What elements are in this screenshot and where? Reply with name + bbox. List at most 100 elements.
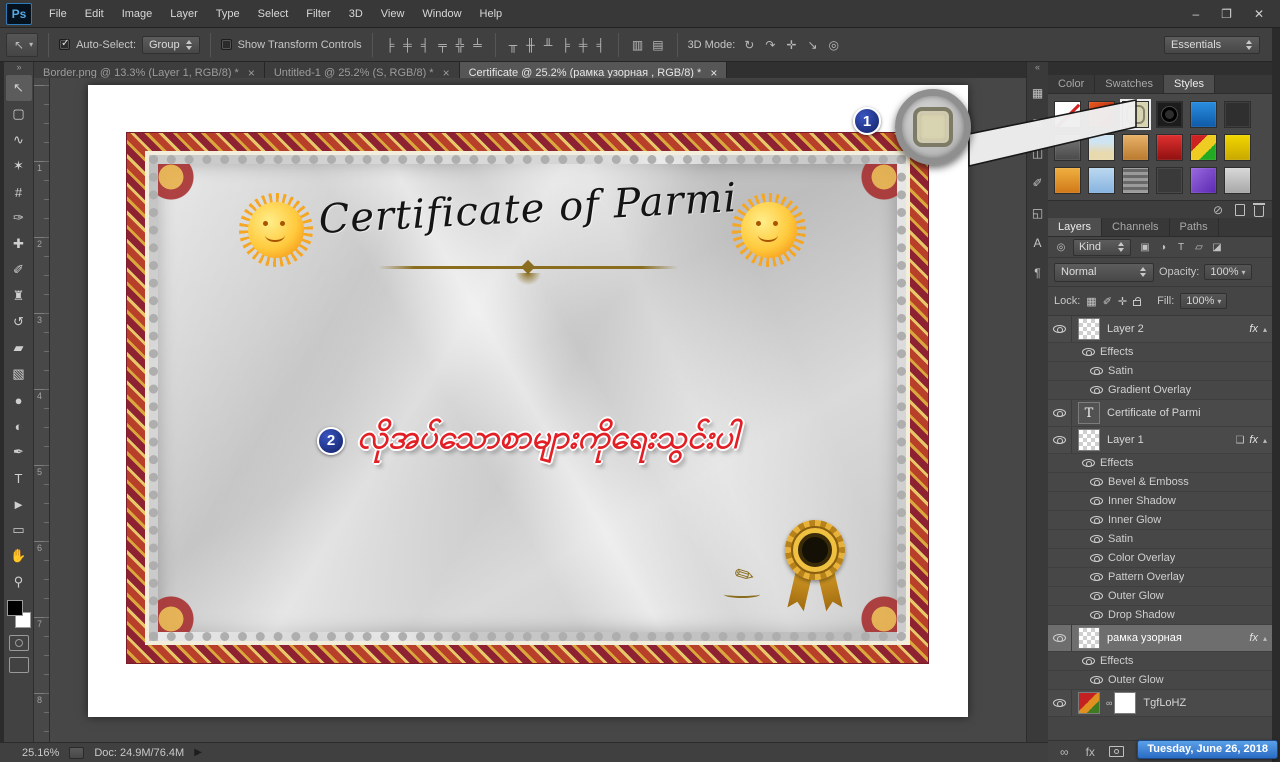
visibility-cell[interactable]	[1078, 454, 1098, 472]
character-panel-icon[interactable]: A	[1028, 231, 1048, 255]
quick-selection-tool[interactable]: ✶	[6, 153, 32, 179]
menu-image[interactable]: Image	[113, 8, 162, 20]
visibility-cell[interactable]	[1048, 316, 1072, 342]
style-swatch-1[interactable]	[1054, 101, 1081, 128]
brush-tool[interactable]: ✐	[6, 257, 32, 283]
type-tool[interactable]: T	[6, 465, 32, 491]
layer-row[interactable]: ∞ TgfLoHZ	[1048, 690, 1272, 717]
add-mask-icon[interactable]	[1108, 746, 1124, 757]
filter-type-layers-icon[interactable]: T	[1173, 242, 1189, 253]
opacity-field[interactable]: 100% ▾	[1204, 264, 1252, 280]
layer-style-icon[interactable]: fx	[1083, 743, 1098, 761]
path-selection-tool[interactable]: ►	[6, 491, 32, 517]
rectangle-tool[interactable]: ▭	[6, 517, 32, 543]
new-style-icon[interactable]	[1235, 203, 1245, 216]
style-swatch-2[interactable]	[1088, 101, 1115, 128]
close-button[interactable]: ✕	[1254, 7, 1264, 21]
clone-stamp-tool[interactable]: ♜	[6, 283, 32, 309]
filter-shape-layers-icon[interactable]: ▱	[1191, 242, 1207, 253]
status-menu-icon[interactable]	[69, 746, 85, 759]
visibility-cell[interactable]	[1078, 343, 1098, 361]
3d-slide-icon[interactable]: ↘	[804, 36, 820, 54]
visibility-cell[interactable]	[1086, 381, 1106, 399]
distribute-spacing-icon[interactable]: ▤	[649, 36, 666, 54]
menu-select[interactable]: Select	[249, 8, 298, 20]
collapse-effects-icon[interactable]: ▴	[1263, 436, 1267, 445]
style-swatch-17[interactable]	[1190, 167, 1217, 194]
menu-view[interactable]: View	[372, 8, 414, 20]
menu-file[interactable]: File	[40, 8, 76, 20]
effect-row[interactable]: Bevel & Emboss	[1048, 473, 1272, 492]
menu-filter[interactable]: Filter	[297, 8, 339, 20]
zoom-tool[interactable]: ⚲	[6, 569, 32, 595]
restore-button[interactable]: ❐	[1221, 7, 1232, 21]
move-tool[interactable]: ↖	[5, 75, 32, 101]
lasso-tool[interactable]: ∿	[6, 127, 32, 153]
style-swatch-6[interactable]	[1224, 101, 1251, 128]
expand-panels-icon[interactable]: «	[1035, 62, 1040, 75]
3d-drag-icon[interactable]: ✛	[783, 36, 799, 54]
paragraph-panel-icon[interactable]: ¶	[1028, 261, 1048, 285]
visibility-cell[interactable]	[1048, 625, 1072, 651]
lock-all-icon[interactable]	[1133, 297, 1142, 306]
fill-field[interactable]: 100% ▾	[1180, 293, 1228, 309]
status-popup-arrow-icon[interactable]: ▶	[194, 747, 202, 758]
tool-preset-picker[interactable]: ↖ ▾	[6, 32, 39, 57]
lock-transparency-icon[interactable]: ▦	[1086, 295, 1096, 308]
filter-adjustment-layers-icon[interactable]: ◑	[1155, 242, 1171, 253]
clone-source-panel-icon[interactable]: ◱	[1028, 201, 1048, 225]
minimize-button[interactable]: –	[1192, 7, 1199, 21]
align-right-edges-icon[interactable]: ╡	[418, 36, 433, 54]
visibility-cell[interactable]	[1086, 606, 1106, 624]
blur-tool[interactable]: ●	[6, 387, 32, 413]
foreground-color-chip[interactable]	[6, 600, 23, 616]
workspace-switcher[interactable]: Essentials	[1164, 35, 1260, 54]
document-page[interactable]: Certificate of Parmi 2 လိုအပ်သောစာများကိ…	[88, 85, 971, 717]
collapse-effects-icon[interactable]: ▴	[1263, 325, 1267, 334]
tab-swatches[interactable]: Swatches	[1095, 75, 1164, 93]
filter-smart-objects-icon[interactable]: ◪	[1209, 242, 1225, 253]
distribute-left-edges-icon[interactable]: ╞	[558, 36, 573, 54]
style-swatch-13[interactable]	[1054, 167, 1081, 194]
visibility-cell[interactable]	[1086, 530, 1106, 548]
distribute-horizontal-centers-icon[interactable]: ╪	[576, 36, 591, 54]
brush-panel-icon[interactable]: ✐	[1028, 171, 1048, 195]
collapse-effects-icon[interactable]: ▴	[1263, 634, 1267, 643]
clear-style-icon[interactable]: ⊘	[1210, 201, 1226, 219]
histogram-panel-icon[interactable]: ▦	[1028, 81, 1048, 105]
align-vertical-centers-icon[interactable]: ╬	[453, 36, 468, 54]
layer-row[interactable]: Layer 2 fx ▴	[1048, 316, 1272, 343]
auto-select-checkbox[interactable]	[59, 38, 71, 50]
show-transform-checkbox[interactable]	[220, 39, 232, 50]
visibility-cell[interactable]	[1086, 362, 1106, 380]
auto-align-icon[interactable]: ▥	[629, 36, 646, 54]
style-swatch-15[interactable]	[1122, 167, 1149, 194]
style-swatch-7[interactable]	[1054, 134, 1081, 161]
style-swatch-10[interactable]	[1156, 134, 1183, 161]
gradient-tool[interactable]: ▧	[6, 361, 32, 387]
style-swatch-12[interactable]	[1224, 134, 1251, 161]
align-horizontal-centers-icon[interactable]: ╪	[400, 36, 415, 54]
style-swatch-9[interactable]	[1122, 134, 1149, 161]
effect-row[interactable]: Color Overlay	[1048, 549, 1272, 568]
kind-filter-dropdown[interactable]: Kind	[1073, 238, 1131, 256]
marquee-tool[interactable]: ▢	[6, 101, 32, 127]
effect-row[interactable]: Gradient Overlay	[1048, 381, 1272, 400]
visibility-cell[interactable]	[1048, 400, 1072, 426]
effects-header-row[interactable]: Effects	[1048, 454, 1272, 473]
crop-tool[interactable]: #	[6, 179, 32, 205]
distribute-vertical-centers-icon[interactable]: ╫	[523, 36, 538, 54]
tab-styles[interactable]: Styles	[1164, 75, 1215, 93]
dodge-tool[interactable]: ◐	[6, 413, 32, 439]
eyedropper-tool[interactable]: ✑	[6, 205, 32, 231]
menu-type[interactable]: Type	[207, 8, 249, 20]
menu-3d[interactable]: 3D	[340, 8, 372, 20]
delete-style-icon[interactable]	[1253, 202, 1265, 217]
visibility-cell[interactable]	[1086, 473, 1106, 491]
3d-rotate-icon[interactable]: ↻	[741, 36, 757, 54]
menu-edit[interactable]: Edit	[76, 8, 113, 20]
effect-row[interactable]: Inner Glow	[1048, 511, 1272, 530]
history-brush-tool[interactable]: ↺	[6, 309, 32, 335]
pasteboard[interactable]: Certificate of Parmi 2 လိုအပ်သောစာများကိ…	[50, 78, 1026, 742]
effect-row[interactable]: Satin	[1048, 530, 1272, 549]
